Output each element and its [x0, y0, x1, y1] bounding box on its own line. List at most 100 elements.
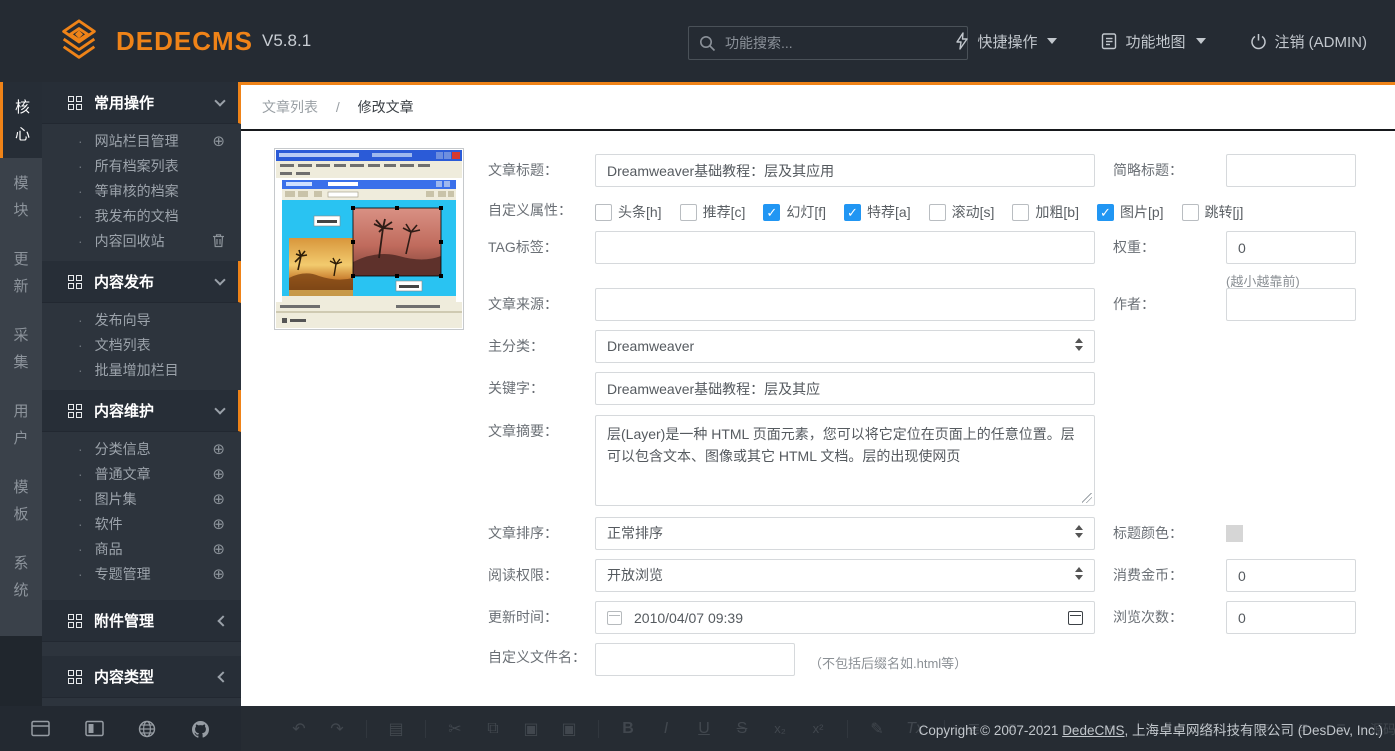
attr-picture[interactable]: 图片[p]: [1097, 202, 1164, 222]
short-title-input[interactable]: [1226, 154, 1356, 187]
summary-textarea[interactable]: 层(Layer)是一种 HTML 页面元素，您可以将它定位在页面上的任意位置。层…: [595, 415, 1095, 506]
logo[interactable]: DEDECMS V5.8.1: [56, 18, 311, 64]
checkbox[interactable]: [929, 204, 946, 221]
paste-from-word-icon[interactable]: ▣: [560, 719, 578, 739]
tab-core[interactable]: 核心: [0, 82, 42, 158]
quick-actions-menu[interactable]: 快捷操作: [955, 31, 1057, 52]
redo-icon[interactable]: ↷: [328, 719, 346, 739]
italic-icon[interactable]: I: [657, 720, 675, 738]
article-title-input[interactable]: [595, 154, 1095, 187]
underline-icon[interactable]: U: [695, 720, 713, 738]
tab-module[interactable]: 模块: [0, 158, 42, 234]
plus-circle-icon[interactable]: ⊕: [212, 565, 225, 583]
attr-recommend[interactable]: 推荐[c]: [680, 202, 746, 222]
strikethrough-icon[interactable]: S: [733, 720, 751, 738]
cut-icon[interactable]: ✂: [446, 719, 464, 739]
section-content-publish[interactable]: 内容发布: [42, 261, 241, 303]
coin-input[interactable]: [1226, 559, 1356, 592]
plus-circle-icon[interactable]: ⊕: [212, 490, 225, 508]
sidebar-item-product[interactable]: ·商品⊕: [42, 536, 241, 561]
plus-circle-icon[interactable]: ⊕: [212, 465, 225, 483]
new-document-icon[interactable]: ▤: [387, 719, 405, 739]
plus-circle-icon[interactable]: ⊕: [212, 132, 225, 150]
github-icon[interactable]: [191, 720, 210, 738]
attr-headline[interactable]: 头条[h]: [595, 202, 662, 222]
sidebar-item-image-gallery[interactable]: ·图片集⊕: [42, 486, 241, 511]
checkbox[interactable]: [844, 204, 861, 221]
layout-columns-icon[interactable]: [85, 720, 104, 737]
plus-circle-icon[interactable]: ⊕: [212, 440, 225, 458]
resize-grip-icon[interactable]: [1082, 493, 1092, 503]
trash-icon[interactable]: [212, 233, 225, 248]
update-time-label: 更新时间：: [488, 601, 558, 634]
category-select[interactable]: Dreamweaver: [595, 330, 1095, 363]
sidebar-item-document-list[interactable]: ·文档列表: [42, 332, 241, 357]
sidebar-item-publish-wizard[interactable]: ·发布向导: [42, 307, 241, 332]
views-input[interactable]: [1226, 601, 1356, 634]
permission-select[interactable]: 开放浏览: [595, 559, 1095, 592]
update-time-field[interactable]: 2010/04/07 09:39: [595, 601, 1095, 634]
plus-circle-icon[interactable]: ⊕: [212, 540, 225, 558]
checkbox[interactable]: [1182, 204, 1199, 221]
attr-special[interactable]: 特荐[a]: [844, 202, 911, 222]
weight-input[interactable]: [1226, 231, 1356, 264]
sidebar-item-classified-info[interactable]: ·分类信息⊕: [42, 436, 241, 461]
checkbox[interactable]: [1097, 204, 1114, 221]
article-title-label: 文章标题：: [488, 154, 558, 187]
checkbox[interactable]: [1012, 204, 1029, 221]
sidebar-item-pending-archives[interactable]: ·等审核的档案: [42, 178, 241, 203]
article-thumbnail[interactable]: [274, 148, 464, 330]
sidebar-item-software[interactable]: ·软件⊕: [42, 511, 241, 536]
sort-select[interactable]: 正常排序: [595, 517, 1095, 550]
tab-update[interactable]: 更新: [0, 234, 42, 310]
copy-icon[interactable]: ⧉: [484, 720, 502, 738]
attr-slide[interactable]: 幻灯[f]: [763, 202, 826, 222]
calendar-picker-icon[interactable]: [1068, 611, 1083, 625]
breadcrumb-article-list[interactable]: 文章列表: [262, 99, 318, 115]
bold-icon[interactable]: B: [619, 720, 637, 738]
attr-bold[interactable]: 加粗[b]: [1012, 202, 1079, 222]
tab-user[interactable]: 用户: [0, 386, 42, 462]
subscript-icon[interactable]: x₂: [771, 721, 789, 736]
section-content-type[interactable]: 内容类型: [42, 656, 241, 698]
tab-template[interactable]: 模板: [0, 462, 42, 538]
function-search[interactable]: [688, 26, 968, 60]
filename-input[interactable]: [595, 643, 795, 676]
superscript-icon[interactable]: x²: [809, 721, 827, 736]
section-attachment-manage[interactable]: 附件管理: [42, 600, 241, 642]
keywords-label: 关键字：: [488, 372, 544, 405]
format-painter-icon[interactable]: ✎: [868, 719, 886, 739]
checkbox[interactable]: [680, 204, 697, 221]
undo-icon[interactable]: ↶: [290, 719, 308, 739]
chevron-left-icon: [217, 671, 228, 682]
sidebar-item-recycle-bin[interactable]: ·内容回收站: [42, 228, 241, 253]
title-color-swatch[interactable]: [1226, 525, 1243, 542]
section-content-maintain[interactable]: 内容维护: [42, 390, 241, 432]
section-common-operations[interactable]: 常用操作: [42, 82, 241, 124]
sidebar-item-batch-add-columns[interactable]: ·批量增加栏目: [42, 357, 241, 382]
checkbox[interactable]: [595, 204, 612, 221]
sidebar-item-special-topic[interactable]: ·专题管理⊕: [42, 561, 241, 586]
keywords-input[interactable]: [595, 372, 1095, 405]
tab-system[interactable]: 系统: [0, 538, 42, 614]
plus-circle-icon[interactable]: ⊕: [212, 515, 225, 533]
dedecms-link[interactable]: DedeCMS: [1062, 723, 1124, 738]
source-input[interactable]: [595, 288, 1095, 321]
breadcrumb-divider: [241, 129, 1395, 131]
attr-jump[interactable]: 跳转[j]: [1182, 202, 1244, 222]
sidebar-item-site-columns[interactable]: ·网站栏目管理⊕: [42, 128, 241, 153]
checkbox[interactable]: [763, 204, 780, 221]
sidebar-item-all-archives[interactable]: ·所有档案列表: [42, 153, 241, 178]
window-icon[interactable]: [31, 720, 50, 737]
sidebar-item-my-documents[interactable]: ·我发布的文档: [42, 203, 241, 228]
globe-icon[interactable]: [138, 720, 156, 738]
sidebar-item-normal-article[interactable]: ·普通文章⊕: [42, 461, 241, 486]
search-input[interactable]: [725, 35, 957, 51]
logout-button[interactable]: 注销 (ADMIN): [1250, 31, 1368, 52]
attr-scroll[interactable]: 滚动[s]: [929, 202, 995, 222]
tab-collect[interactable]: 采集: [0, 310, 42, 386]
tag-input[interactable]: [595, 231, 1095, 264]
paste-icon[interactable]: ▣: [522, 719, 540, 739]
feature-map-menu[interactable]: 功能地图: [1101, 31, 1205, 52]
author-input[interactable]: [1226, 288, 1356, 321]
